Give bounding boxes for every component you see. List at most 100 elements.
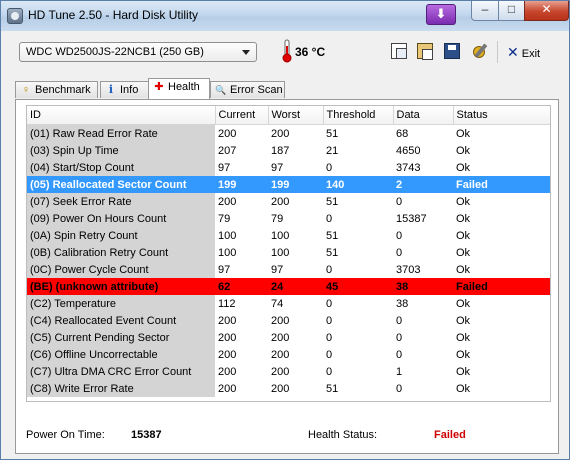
- cell-data: 0: [396, 246, 403, 259]
- cell-data: 0: [396, 195, 403, 208]
- cell-threshold: 140: [323, 176, 393, 193]
- cell-id: (09) Power On Hours Count: [27, 210, 215, 227]
- cell-worst: 74: [271, 297, 284, 310]
- cell-threshold: 0: [326, 331, 333, 344]
- cell-threshold: 0: [326, 297, 333, 310]
- table-row[interactable]: (C8) Write Error Rate 200 200 51 0 Ok: [27, 380, 550, 397]
- table-row[interactable]: (01) Raw Read Error Rate 200 200 51 68 Ok: [27, 124, 550, 142]
- save-icon[interactable]: [444, 43, 460, 59]
- tab-benchmark-label: Benchmark: [35, 84, 91, 96]
- maximize-button[interactable]: □: [498, 1, 525, 21]
- cell-data: 1: [396, 365, 403, 378]
- cell-threshold: 0: [326, 314, 333, 327]
- cell-threshold: 51: [326, 246, 339, 259]
- cell-threshold: 0: [326, 365, 333, 378]
- copy-icon[interactable]: [391, 43, 407, 59]
- cell-data: 2: [393, 176, 453, 193]
- paste-icon[interactable]: [417, 43, 433, 60]
- cell-worst: 199: [268, 176, 323, 193]
- exit-button[interactable]: ✕ Exit: [507, 44, 540, 61]
- exit-x-icon: ✕: [507, 44, 519, 60]
- column-header-status[interactable]: Status: [453, 106, 550, 125]
- cell-id: (C7) Ultra DMA CRC Error Count: [27, 363, 215, 380]
- table-row[interactable]: (C7) Ultra DMA CRC Error Count 200 200 0 1 Ok: [27, 363, 550, 380]
- toolbar-divider: [497, 41, 498, 63]
- options-icon[interactable]: [471, 43, 487, 59]
- cell-status: Ok: [456, 246, 471, 259]
- cell-status: Ok: [456, 331, 471, 344]
- cell-status: Ok: [456, 382, 471, 395]
- cell-worst: 97: [271, 161, 284, 174]
- table-row[interactable]: (04) Start/Stop Count 97 97 0 3743 Ok: [27, 159, 550, 176]
- cell-threshold: 0: [326, 348, 333, 361]
- table-row[interactable]: (0B) Calibration Retry Count 100 100 51 0 Ok: [27, 244, 550, 261]
- tab-info[interactable]: i Info: [100, 81, 149, 98]
- cell-id: (C6) Offline Uncorrectable: [27, 346, 215, 363]
- cell-worst: 200: [271, 314, 290, 327]
- cell-status: Ok: [456, 127, 471, 140]
- health-cross-icon: ✚: [154, 81, 164, 93]
- tab-benchmark[interactable]: ♀ Benchmark: [15, 81, 98, 98]
- table-row[interactable]: (C4) Reallocated Event Count 200 200 0 0 Ok: [27, 312, 550, 329]
- column-header-current[interactable]: Current: [215, 106, 269, 125]
- table-row[interactable]: (0C) Power Cycle Count 97 97 0 3703 Ok: [27, 261, 550, 278]
- table-row[interactable]: (09) Power On Hours Count 79 79 0 15387 Ok: [27, 210, 550, 227]
- cell-threshold: 51: [326, 382, 339, 395]
- cell-data: 0: [396, 229, 403, 242]
- smart-attributes-grid[interactable]: ID Current Worst Threshold Data Status (…: [26, 105, 551, 402]
- cell-current: 200: [218, 382, 237, 395]
- column-header-data[interactable]: Data: [393, 106, 454, 125]
- table-row[interactable]: (C2) Temperature 112 74 0 38 Ok: [27, 295, 550, 312]
- cell-current: 97: [218, 263, 231, 276]
- title-bar[interactable]: HD Tune 2.50 - Hard Disk Utility ⬇ – □ ✕: [1, 1, 569, 31]
- cell-worst: 79: [271, 212, 284, 225]
- table-row[interactable]: (C6) Offline Uncorrectable 200 200 0 0 Ok: [27, 346, 550, 363]
- table-row[interactable]: (0A) Spin Retry Count 100 100 51 0 Ok: [27, 227, 550, 244]
- table-row-selected[interactable]: (05) Reallocated Sector Count 199 199 140 2 F…: [27, 176, 550, 193]
- table-row[interactable]: (C5) Current Pending Sector 200 200 0 0 Ok: [27, 329, 550, 346]
- close-button[interactable]: ✕: [524, 1, 569, 21]
- cell-current: 62: [215, 278, 268, 295]
- cell-current: 112: [218, 297, 236, 310]
- cell-current: 199: [215, 176, 268, 193]
- cell-id: (C8) Write Error Rate: [27, 380, 215, 397]
- cell-status: Ok: [456, 263, 471, 276]
- table-row[interactable]: (03) Spin Up Time 207 187 21 4650 Ok: [27, 142, 550, 159]
- column-header-id[interactable]: ID: [27, 106, 216, 125]
- cell-worst: 24: [268, 278, 323, 295]
- cell-status: Ok: [456, 365, 471, 378]
- tab-info-label: Info: [120, 84, 139, 96]
- tab-error-scan[interactable]: 🔍 Error Scan: [210, 81, 285, 98]
- cell-data: 38: [396, 297, 409, 310]
- download-icon[interactable]: ⬇: [426, 4, 456, 25]
- cell-status: Ok: [456, 229, 471, 242]
- column-header-threshold[interactable]: Threshold: [323, 106, 394, 125]
- cell-id: (0A) Spin Retry Count: [27, 227, 215, 244]
- magnifier-icon: 🔍: [215, 85, 227, 95]
- cell-worst: 200: [271, 365, 290, 378]
- cell-data: 4650: [396, 144, 421, 157]
- health-status-label: Health Status:: [308, 429, 378, 441]
- cell-current: 200: [218, 365, 237, 378]
- cell-status: Ok: [456, 212, 471, 225]
- benchmark-icon: ♀: [21, 84, 31, 96]
- window-title: HD Tune 2.50 - Hard Disk Utility: [28, 8, 199, 22]
- cell-id: (04) Start/Stop Count: [27, 159, 215, 176]
- cell-id: (01) Raw Read Error Rate: [27, 124, 215, 142]
- column-header-worst[interactable]: Worst: [268, 106, 324, 125]
- table-row-failed[interactable]: (BE) (unknown attribute) 62 24 45 38 Failed: [27, 278, 550, 295]
- thermometer-icon: [282, 39, 292, 63]
- cell-id: (C2) Temperature: [27, 295, 215, 312]
- minimize-button[interactable]: –: [471, 1, 499, 21]
- tab-health[interactable]: ✚ Health: [148, 78, 210, 99]
- table-row[interactable]: (07) Seek Error Rate 200 200 51 0 Ok: [27, 193, 550, 210]
- cell-id: (03) Spin Up Time: [27, 142, 215, 159]
- cell-id: (C4) Reallocated Event Count: [27, 312, 215, 329]
- cell-status: Ok: [456, 144, 471, 157]
- cell-id: (0C) Power Cycle Count: [27, 261, 215, 278]
- cell-status: Failed: [453, 278, 550, 295]
- cell-id: (C5) Current Pending Sector: [27, 329, 215, 346]
- cell-current: 207: [218, 144, 237, 157]
- status-footer: Power On Time: 15387 Health Status: Fail…: [26, 429, 546, 445]
- drive-select[interactable]: WDC WD2500JS-22NCB1 (250 GB): [19, 42, 257, 62]
